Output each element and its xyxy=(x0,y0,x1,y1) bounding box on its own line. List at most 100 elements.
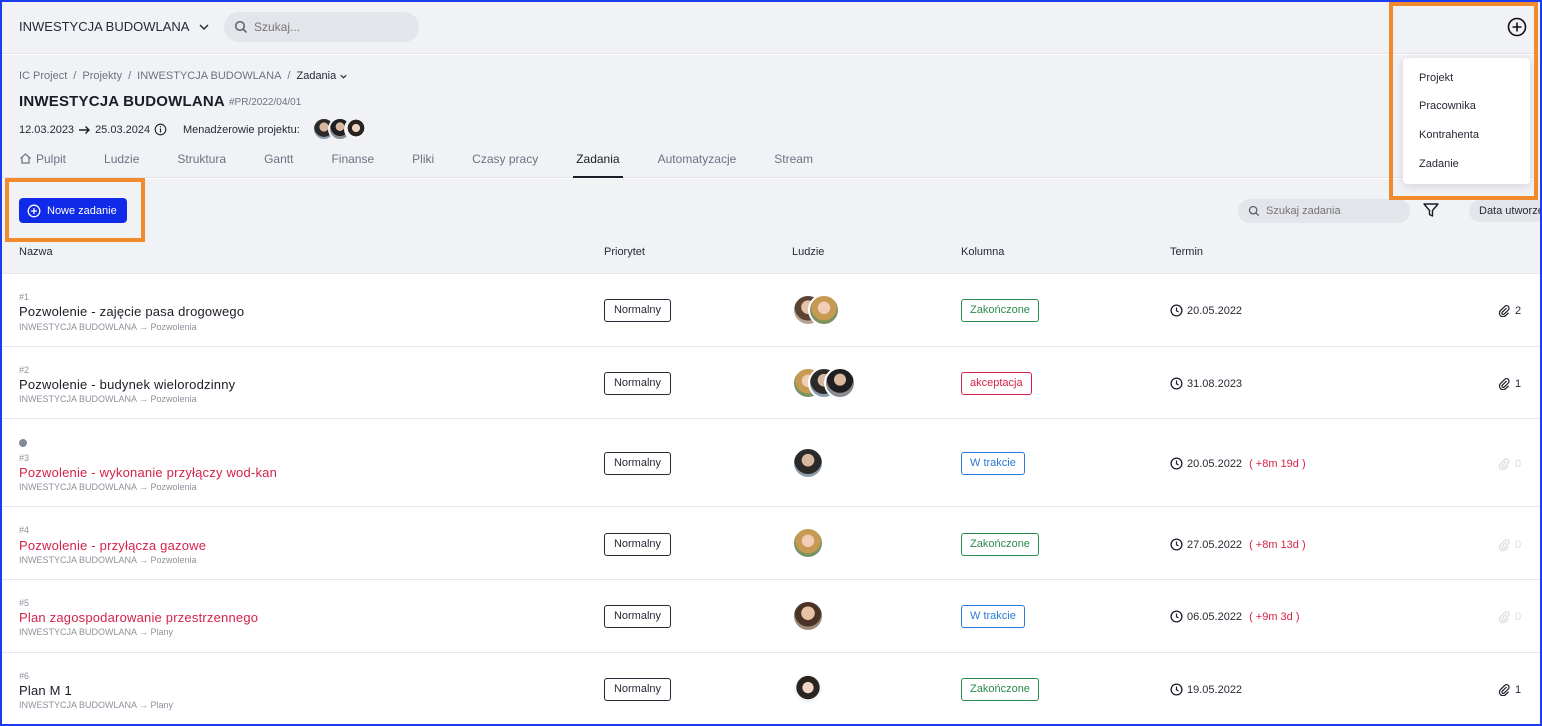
avatar[interactable] xyxy=(792,447,824,479)
filter-icon[interactable] xyxy=(1422,201,1440,219)
status-badge[interactable]: W trakcie xyxy=(961,452,1025,475)
breadcrumb-item[interactable]: INWESTYCJA BUDOWLANA xyxy=(137,70,281,82)
project-dates: 12.03.2023 25.03.2024 xyxy=(19,123,167,136)
tab-pulpit[interactable]: Pulpit xyxy=(19,152,66,178)
task-people[interactable] xyxy=(792,447,824,479)
task-attachments[interactable]: 1 xyxy=(1498,377,1521,390)
breadcrumb-separator: / xyxy=(73,70,77,82)
task-name[interactable]: Pozwolenie - wykonanie przyłączy wod-kan xyxy=(19,465,277,480)
task-name[interactable]: Pozwolenie - zajęcie pasa drogowego xyxy=(19,304,244,319)
task-path: INWESTYCJA BUDOWLANA → Plany xyxy=(19,700,174,710)
table-row[interactable]: #1 Pozwolenie - zajęcie pasa drogowego I… xyxy=(2,273,1540,346)
column-header-priority[interactable]: Priorytet xyxy=(604,246,645,258)
tab-struktura[interactable]: Struktura xyxy=(177,152,226,178)
due-date: 20.05.2022 xyxy=(1187,304,1243,317)
task-attachments[interactable]: 0 xyxy=(1498,610,1521,623)
chevron-down-icon xyxy=(199,23,209,30)
column-header-due[interactable]: Termin xyxy=(1170,246,1203,258)
top-bar: INWESTYCJA BUDOWLANA xyxy=(2,2,1540,54)
info-icon[interactable] xyxy=(154,123,167,136)
task-people[interactable] xyxy=(792,527,824,559)
column-header-people[interactable]: Ludzie xyxy=(792,246,824,258)
tab-ludzie[interactable]: Ludzie xyxy=(104,152,139,178)
priority-badge[interactable]: Normalny xyxy=(604,605,671,628)
priority-badge[interactable]: Normalny xyxy=(604,299,671,322)
priority-badge[interactable]: Normalny xyxy=(604,452,671,475)
tab-zadania[interactable]: Zadania xyxy=(573,152,623,178)
path-group: Plany xyxy=(150,700,174,710)
table-row[interactable]: #6 Plan M 1 INWESTYCJA BUDOWLANA → Plany… xyxy=(2,652,1540,724)
task-search[interactable] xyxy=(1238,199,1410,223)
paperclip-icon xyxy=(1498,611,1510,623)
avatar[interactable] xyxy=(824,367,856,399)
table-row[interactable]: #3 Pozwolenie - wykonanie przyłączy wod-… xyxy=(2,418,1540,506)
column-header-column[interactable]: Kolumna xyxy=(961,246,1004,258)
breadcrumb-item[interactable]: Projekty xyxy=(82,70,122,82)
avatar[interactable] xyxy=(792,600,824,632)
status-badge[interactable]: Zakończone xyxy=(961,533,1039,556)
task-number: #1 xyxy=(19,292,30,302)
avatar[interactable] xyxy=(792,673,824,705)
project-tabs: Pulpit Ludzie Struktura Gantt Finanse Pl… xyxy=(19,152,851,178)
tab-gantt[interactable]: Gantt xyxy=(264,152,293,178)
task-name[interactable]: Plan zagospodarowanie przestrzennego xyxy=(19,610,258,625)
due-overdue: ( +9m 3d ) xyxy=(1249,610,1300,623)
task-search-input[interactable] xyxy=(1266,205,1396,217)
avatar[interactable] xyxy=(808,294,840,326)
task-name[interactable]: Pozwolenie - przyłącza gazowe xyxy=(19,538,206,553)
tab-label: Gantt xyxy=(264,152,294,166)
task-name[interactable]: Pozwolenie - budynek wielorodzinny xyxy=(19,377,235,392)
task-attachments[interactable]: 0 xyxy=(1498,538,1521,551)
project-header: IC Project / Projekty / INWESTYCJA BUDOW… xyxy=(2,55,1540,178)
project-selector[interactable]: INWESTYCJA BUDOWLANA xyxy=(19,19,211,34)
tab-stream[interactable]: Stream xyxy=(774,152,813,178)
due-date: 31.08.2023 xyxy=(1187,377,1243,390)
tab-finanse[interactable]: Finanse xyxy=(331,152,374,178)
breadcrumb-item[interactable]: IC Project xyxy=(19,70,67,82)
task-path: INWESTYCJA BUDOWLANA → Pozwolenia xyxy=(19,322,197,332)
date-start: 12.03.2023 xyxy=(19,123,75,136)
tab-automatyzacje[interactable]: Automatyzacje xyxy=(658,152,737,178)
highlight-box xyxy=(1389,2,1538,200)
task-attachments[interactable]: 2 xyxy=(1498,304,1521,317)
priority-badge[interactable]: Normalny xyxy=(604,678,671,701)
managers-avatars[interactable] xyxy=(312,117,368,141)
task-number: #3 xyxy=(19,453,30,463)
task-people[interactable] xyxy=(792,294,840,326)
table-row[interactable]: #2 Pozwolenie - budynek wielorodzinny IN… xyxy=(2,346,1540,418)
clock-icon xyxy=(1170,377,1183,390)
priority-badge[interactable]: Normalny xyxy=(604,533,671,556)
task-attachments[interactable]: 0 xyxy=(1498,457,1521,470)
task-people[interactable] xyxy=(792,600,824,632)
task-due: 31.08.2023 xyxy=(1170,377,1249,390)
global-search-input[interactable] xyxy=(254,20,404,34)
breadcrumb-current[interactable]: Zadania xyxy=(296,70,348,82)
table-row[interactable]: #5 Plan zagospodarowanie przestrzennego … xyxy=(2,579,1540,652)
tab-czasy-pracy[interactable]: Czasy pracy xyxy=(472,152,538,178)
global-search[interactable] xyxy=(224,12,419,42)
status-badge[interactable]: Zakończone xyxy=(961,299,1039,322)
attachment-count: 2 xyxy=(1515,304,1522,317)
sort-button[interactable]: Data utworzenia xyxy=(1469,200,1540,222)
task-attachments[interactable]: 1 xyxy=(1498,683,1521,696)
paperclip-icon xyxy=(1498,684,1510,696)
task-name[interactable]: Plan M 1 xyxy=(19,683,72,698)
task-people[interactable] xyxy=(792,673,824,705)
avatar[interactable] xyxy=(792,527,824,559)
task-people[interactable] xyxy=(792,367,856,399)
avatar[interactable] xyxy=(344,117,368,141)
task-due: 20.05.2022 xyxy=(1170,304,1249,317)
status-badge[interactable]: W trakcie xyxy=(961,605,1025,628)
tab-label: Finanse xyxy=(331,152,375,166)
path-project: INWESTYCJA BUDOWLANA xyxy=(19,627,137,637)
status-badge[interactable]: Zakończone xyxy=(961,678,1039,701)
project-selector-label: INWESTYCJA BUDOWLANA xyxy=(19,19,190,34)
table-row[interactable]: #4 Pozwolenie - przyłącza gazowe INWESTY… xyxy=(2,506,1540,579)
paperclip-icon xyxy=(1498,539,1510,551)
tab-pliki[interactable]: Pliki xyxy=(412,152,434,178)
task-number: #2 xyxy=(19,365,30,375)
clock-icon xyxy=(1170,304,1183,317)
status-badge[interactable]: akceptacja xyxy=(961,372,1032,395)
column-header-name[interactable]: Nazwa xyxy=(19,246,53,258)
priority-badge[interactable]: Normalny xyxy=(604,372,671,395)
